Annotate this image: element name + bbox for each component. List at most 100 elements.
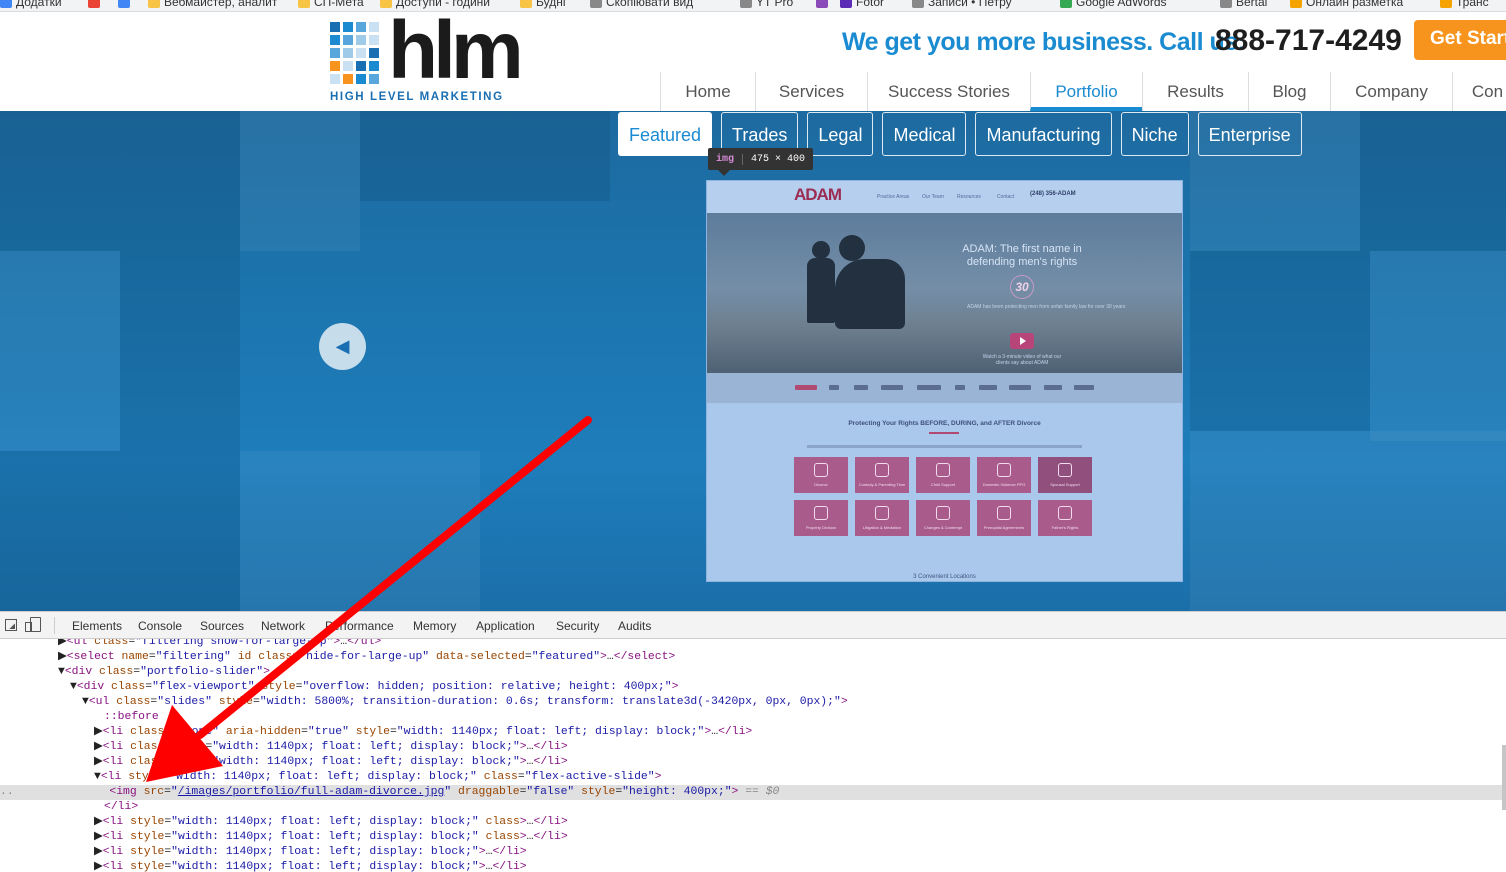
- nav-item-blog[interactable]: Blog: [1248, 72, 1330, 111]
- selected-dom-node[interactable]: .. <img src="/images/portfolio/full-adam…: [0, 785, 1502, 800]
- bookmark-item[interactable]: YT Pro: [740, 0, 793, 10]
- logo-square: [343, 35, 353, 45]
- devtools-tab-console[interactable]: Console: [138, 619, 182, 633]
- bookmark-item[interactable]: Скопіювати вид: [590, 0, 693, 10]
- adam-practice-tile: Spousal Support: [1038, 457, 1092, 493]
- adam-section-title: Protecting Your Rights BEFORE, DURING, a…: [848, 420, 1041, 427]
- nav-item-portfolio[interactable]: Portfolio: [1030, 72, 1142, 111]
- partner-logo: [955, 385, 965, 390]
- adam-site-header: ADAM Practice Areas Our Team Resources Cont…: [707, 181, 1182, 213]
- filter-tab-legal[interactable]: Legal: [807, 112, 874, 156]
- dom-node[interactable]: ▶<select name="filtering" id class="hide…: [58, 650, 675, 665]
- dom-node[interactable]: </li>: [104, 800, 138, 815]
- device-toggle-icon[interactable]: [25, 617, 41, 632]
- filter-tab-featured[interactable]: Featured: [618, 112, 713, 156]
- nav-item-success-stories[interactable]: Success Stories: [867, 72, 1030, 111]
- bookmark-item[interactable]: Вебмайстер, аналит: [148, 0, 277, 10]
- dom-node[interactable]: ▼<div class="flex-viewport" style="overf…: [70, 680, 678, 695]
- adam-hero-title: ADAM: The first name in defending men's …: [962, 243, 1082, 268]
- nav-item-con[interactable]: Con: [1452, 72, 1506, 111]
- dom-node[interactable]: ▼<div class="portfolio-slider">: [58, 665, 270, 680]
- dom-node[interactable]: ▶<li style="width: 1140px; float: left; …: [94, 845, 527, 860]
- bookmark-label: Будні: [536, 0, 566, 9]
- dom-node[interactable]: ▼<li style="width: 1140px; float: left; …: [94, 770, 661, 785]
- logo-square: [356, 48, 366, 58]
- adam-nav-item: Practice Areas: [877, 194, 910, 200]
- filter-tab-niche[interactable]: Niche: [1120, 112, 1189, 156]
- bookmark-icon: [148, 0, 160, 8]
- hero-collage-photo: [0, 251, 120, 451]
- bookmark-item[interactable]: [816, 0, 828, 10]
- adam-practice-tile: Litigation & Mediation: [855, 500, 909, 536]
- devtools-tab-sources[interactable]: Sources: [200, 619, 244, 633]
- father-body-silhouette: [835, 259, 905, 329]
- logo-square: [343, 61, 353, 71]
- dom-node[interactable]: ▼<ul class="slides" style="width: 5800%;…: [82, 695, 848, 710]
- bookmark-item[interactable]: Bertal: [1220, 0, 1267, 10]
- elements-dom-tree[interactable]: ▶<ul class="filtering show-for-large-up"…: [0, 639, 1506, 872]
- filter-tab-manufacturing[interactable]: Manufacturing: [975, 112, 1112, 156]
- adam-tile-label: Child Support: [930, 482, 956, 487]
- logo-subtitle: HIGH LEVEL MARKETING: [330, 91, 504, 103]
- bookmark-item[interactable]: Google AdWords: [1060, 0, 1167, 10]
- devtools-tab-performance[interactable]: Performance: [325, 619, 394, 633]
- bookmark-item[interactable]: Fotor: [840, 0, 884, 10]
- hero-collage-photo: [120, 251, 240, 451]
- hero-collage-photo: [360, 111, 610, 201]
- devtools-tab-elements[interactable]: Elements: [72, 619, 122, 633]
- bookmark-label: Онлайн разметка: [1306, 0, 1404, 9]
- arrow-left-icon: ◀: [335, 336, 350, 356]
- dom-node[interactable]: ▶<li class="clone" aria-hidden="true" st…: [94, 725, 752, 740]
- logo-square: [369, 22, 379, 32]
- bookmark-label: YT Pro: [756, 0, 794, 9]
- devtools-tab-application[interactable]: Application: [476, 619, 535, 633]
- bookmark-item[interactable]: Записи • Петру: [912, 0, 1012, 10]
- devtools-tab-audits[interactable]: Audits: [618, 619, 651, 633]
- nav-item-services[interactable]: Services: [755, 72, 867, 111]
- slider-prev-button[interactable]: ◀: [319, 323, 366, 370]
- nav-item-home[interactable]: Home: [660, 72, 755, 111]
- devtools-panel: Elements Console Sources Network Performance…: [0, 611, 1506, 872]
- logo-square: [356, 61, 366, 71]
- inspect-element-icon[interactable]: [5, 619, 17, 631]
- dom-node[interactable]: ▶<li style="width: 1140px; float: left; …: [94, 860, 527, 872]
- filter-tab-medical[interactable]: Medical: [882, 112, 967, 156]
- bookmark-item[interactable]: Додатки: [0, 0, 62, 10]
- bookmark-item[interactable]: Транс: [1440, 0, 1489, 10]
- devtools-tab-security[interactable]: Security: [556, 619, 599, 633]
- dom-node[interactable]: ::before: [104, 710, 159, 725]
- bookmark-item[interactable]: Онлайн разметка: [1290, 0, 1403, 10]
- devtools-scrollbar[interactable]: [1502, 745, 1506, 810]
- bookmark-item[interactable]: [118, 0, 130, 10]
- bookmark-item[interactable]: [88, 0, 100, 10]
- dom-node[interactable]: ▶<li class style="width: 1140px; float: …: [94, 755, 568, 770]
- dom-node[interactable]: ▶<ul class="filtering show-for-large-up"…: [58, 639, 381, 650]
- adam-tile-label: Changes & Contempt: [923, 525, 963, 530]
- filter-tab-enterprise[interactable]: Enterprise: [1197, 112, 1302, 156]
- adam-locations-heading: 3 Convenient Locations: [913, 574, 976, 580]
- partner-logo: [854, 385, 868, 390]
- portfolio-slide-image[interactable]: ADAM Practice Areas Our Team Resources Cont…: [707, 181, 1182, 581]
- phone-number[interactable]: 888-717-4249: [1215, 24, 1402, 58]
- nav-item-company[interactable]: Company: [1330, 72, 1452, 111]
- logo-square: [330, 61, 340, 71]
- hlm-logo[interactable]: hlm HIGH LEVEL MARKETING: [330, 10, 524, 103]
- adam-logo: ADAM: [794, 185, 842, 204]
- logo-grid-icon: [330, 22, 384, 88]
- adam-practice-tile: Prenuptial Agreements: [977, 500, 1031, 536]
- bookmark-label: Bertal: [1236, 0, 1268, 9]
- adam-phone: (248) 356-ADAM: [1030, 191, 1076, 197]
- nav-item-results[interactable]: Results: [1142, 72, 1248, 111]
- get-started-button[interactable]: Get Started: [1414, 20, 1506, 60]
- logo-square: [330, 22, 340, 32]
- bookmark-item[interactable]: СП-Мета: [298, 0, 364, 10]
- dom-node[interactable]: ▶<li style="width: 1140px; float: left; …: [94, 815, 568, 830]
- partner-logo: [979, 385, 997, 390]
- dom-node[interactable]: ▶<li style="width: 1140px; float: left; …: [94, 830, 568, 845]
- devtools-tab-memory[interactable]: Memory: [413, 619, 456, 633]
- adam-practice-tile: Changes & Contempt: [916, 500, 970, 536]
- dom-node[interactable]: ▶<li class style="width: 1140px; float: …: [94, 740, 568, 755]
- bookmark-icon: [1220, 0, 1232, 8]
- devtools-tab-network[interactable]: Network: [261, 619, 305, 633]
- bookmark-item[interactable]: Будні: [520, 0, 566, 10]
